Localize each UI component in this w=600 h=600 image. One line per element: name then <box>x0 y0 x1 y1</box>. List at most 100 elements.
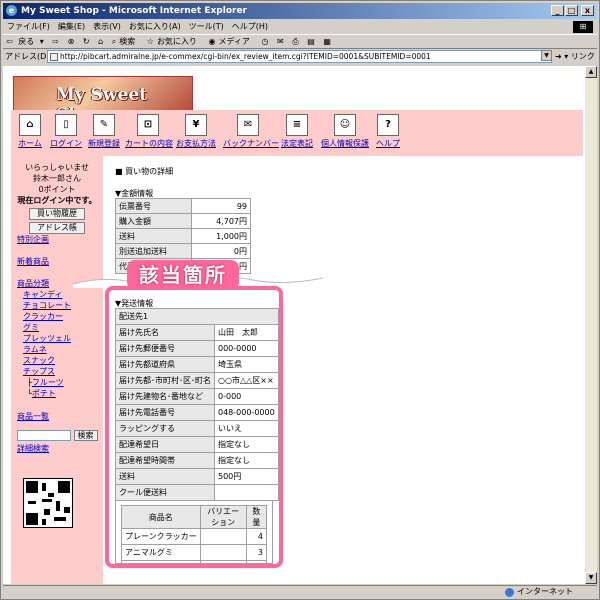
maximize-button[interactable]: □ <box>565 5 578 16</box>
item-qty: 2 <box>245 560 268 564</box>
shop-banner[interactable]: My Sweet Shop <box>13 76 193 125</box>
ie-icon: e <box>6 5 17 16</box>
shipping-label: 送料 <box>115 468 215 485</box>
links-button[interactable]: ➜ ▾ リンク <box>555 49 595 64</box>
menu-tools[interactable]: ツール(T) <box>185 20 228 33</box>
menu-edit[interactable]: 編集(E) <box>54 20 89 33</box>
shipping-label: 配達希望時間帯 <box>115 452 215 469</box>
media-button[interactable]: ◉ メディア <box>205 35 255 49</box>
menu-view[interactable]: 表示(V) <box>89 20 125 33</box>
item-row: ラムネ 2 <box>121 560 268 564</box>
refresh-icon[interactable]: ↻ <box>80 35 93 49</box>
nav-help[interactable]: ? ヘルプ <box>373 114 403 149</box>
payment-label: 購入金額 <box>115 213 192 229</box>
search-input[interactable] <box>17 430 71 441</box>
special-link[interactable]: 特別企画 <box>17 234 98 245</box>
destination-label: 配送先1 <box>115 308 279 325</box>
zone-label: インターネット <box>517 587 573 596</box>
address-dropdown[interactable]: ▼ <box>541 50 552 61</box>
category-chocolate[interactable]: チョコレート <box>23 300 98 311</box>
payment-value: 99 <box>190 198 252 214</box>
item-variation <box>199 544 247 561</box>
category-cracker[interactable]: クラッカー <box>23 311 98 322</box>
toolbar: ⇦ 戻る ▾ ⇨ ⊗ ↻ ⌂ ⌕ 検索 ☆ お気に入り ◉ メディア ◷ ✉ ⎙ ▤ … <box>3 34 597 49</box>
home-icon[interactable]: ⌂ <box>95 35 106 49</box>
advanced-search-link[interactable]: 詳細検索 <box>17 443 98 454</box>
purchase-history-button[interactable]: 買い物履歴 <box>29 208 85 220</box>
shipping-label: 届け先電話番号 <box>115 404 215 421</box>
shipping-label: 届け先郵便番号 <box>115 340 215 357</box>
magazine-icon: ✉ <box>237 114 259 136</box>
menu-favorites[interactable]: お気に入り(A) <box>125 20 185 33</box>
category-chips[interactable]: チップス <box>23 366 98 377</box>
status-bar: インターネット <box>3 585 597 598</box>
qr-code <box>23 478 73 528</box>
menu-file[interactable]: ファイル(F) <box>3 20 54 33</box>
question-icon: ? <box>377 114 399 136</box>
address-bar: アドレス(D) http://pibcart.admiralne.jp/e-co… <box>3 49 597 65</box>
nav-backnumber[interactable]: ✉ バックナンバー <box>223 114 279 149</box>
scroll-up-icon[interactable]: ▲ <box>585 66 597 78</box>
minimize-button[interactable]: _ <box>551 5 564 16</box>
address-input[interactable]: http://pibcart.admiralne.jp/e-commex/cgi… <box>47 50 552 63</box>
search-button[interactable]: 検索 <box>73 430 98 441</box>
shipping-value: 000-0000 <box>214 340 279 357</box>
vertical-scrollbar[interactable]: ▲ ▼ <box>585 66 597 584</box>
title-bar: e My Sweet Shop - Microsoft Internet Exp… <box>3 3 597 19</box>
sidebar: いらっしゃいませ 鈴木一郎さん 0ポイント 現在ログイン中です。 買い物履歴 ア… <box>11 156 103 584</box>
item-name-header: 商品名 <box>121 505 201 529</box>
subcategory-potato[interactable]: ポテト <box>32 389 56 398</box>
login-status: 現在ログイン中です。 <box>17 196 97 205</box>
shipping-label: 届け先氏名 <box>115 324 215 341</box>
shipping-table: 配送先1 届け先氏名 山田 太郎 届け先郵便番号 000-0000 届け先都道府県 埼玉県… <box>115 308 279 501</box>
nav-cart[interactable]: ⊡ カートの内容 <box>125 114 173 149</box>
shipping-label: 配達希望日 <box>115 436 215 453</box>
print-icon[interactable]: ⎙ <box>289 35 301 49</box>
page-viewport: My Sweet Shop ⌂ホーム ▯ログイン ✎新規登録 ⊡カートの内容 ¥… <box>3 66 585 584</box>
shipping-value: 埼玉県 <box>214 356 279 373</box>
shipping-value: 500円 <box>214 468 279 485</box>
search-button[interactable]: ⌕ 検索 <box>109 35 141 49</box>
nav-register[interactable]: ✎ 新規登録 <box>85 114 123 149</box>
address-book-button[interactable]: アドレス帳 <box>29 222 85 234</box>
new-items-link[interactable]: 新着商品 <box>17 256 98 267</box>
shipping-value: 048-000-0000 <box>214 404 279 421</box>
browser-window: e My Sweet Shop - Microsoft Internet Exp… <box>0 0 600 600</box>
nav-bar: ⌂ ホーム ▯ ログイン ✎ 新規登録 ⊡ カートの内容 ¥ お支払方法 ✉ バックナンバー… <box>11 110 583 156</box>
payment-label: 別送追加送料 <box>115 243 192 259</box>
pen-icon: ✎ <box>93 114 115 136</box>
shipping-label: 届け先都･市町村･区･町名 <box>115 372 215 389</box>
forward-icon[interactable]: ⇨ <box>49 35 62 49</box>
close-button[interactable]: x <box>581 5 594 16</box>
person-icon: ☺ <box>334 114 356 136</box>
shipping-row: 届け先都･市町村･区･町名 ○○市△△区×× <box>115 372 279 389</box>
category-candy[interactable]: キャンディ <box>23 289 98 300</box>
shipping-value <box>214 484 279 501</box>
edit-icon[interactable]: ▤ <box>304 35 318 49</box>
back-button[interactable]: ⇦ 戻る ▾ <box>3 35 47 49</box>
nav-login[interactable]: ▯ ログイン <box>49 114 83 149</box>
shipping-row: 配達希望日 指定なし <box>115 436 279 453</box>
nav-legal[interactable]: ≡ 法定表記 <box>279 114 315 149</box>
shipping-value: 指定なし <box>214 452 279 469</box>
category-pretzel[interactable]: プレッツェル <box>23 333 98 344</box>
favorites-button[interactable]: ☆ お気に入り <box>144 35 203 49</box>
category-gummy[interactable]: グミ <box>23 322 98 333</box>
discuss-icon[interactable]: ▦ <box>320 35 334 49</box>
nav-payment[interactable]: ¥ お支払方法 <box>175 114 217 149</box>
history-icon[interactable]: ◷ <box>258 35 271 49</box>
stop-icon[interactable]: ⊗ <box>65 35 78 49</box>
mail-icon[interactable]: ✉ <box>274 35 287 49</box>
cart-icon: ⊡ <box>137 114 159 136</box>
scroll-down-icon[interactable]: ▼ <box>585 572 597 584</box>
category-ramune[interactable]: ラムネ <box>23 344 98 355</box>
category-snack[interactable]: スナック <box>23 355 98 366</box>
nav-home[interactable]: ⌂ ホーム <box>13 114 47 149</box>
item-list-link[interactable]: 商品一覧 <box>17 411 98 422</box>
shipping-label: クール便送料 <box>115 484 215 501</box>
subcategory-fruit[interactable]: フルーツ <box>32 378 64 387</box>
menu-help[interactable]: ヘルプ(H) <box>228 20 272 33</box>
nav-privacy[interactable]: ☺ 個人情報保護 <box>319 114 371 149</box>
section-title: ■ 買い物の詳細 <box>115 167 174 176</box>
payment-row: 伝票番号 99 <box>115 198 252 214</box>
